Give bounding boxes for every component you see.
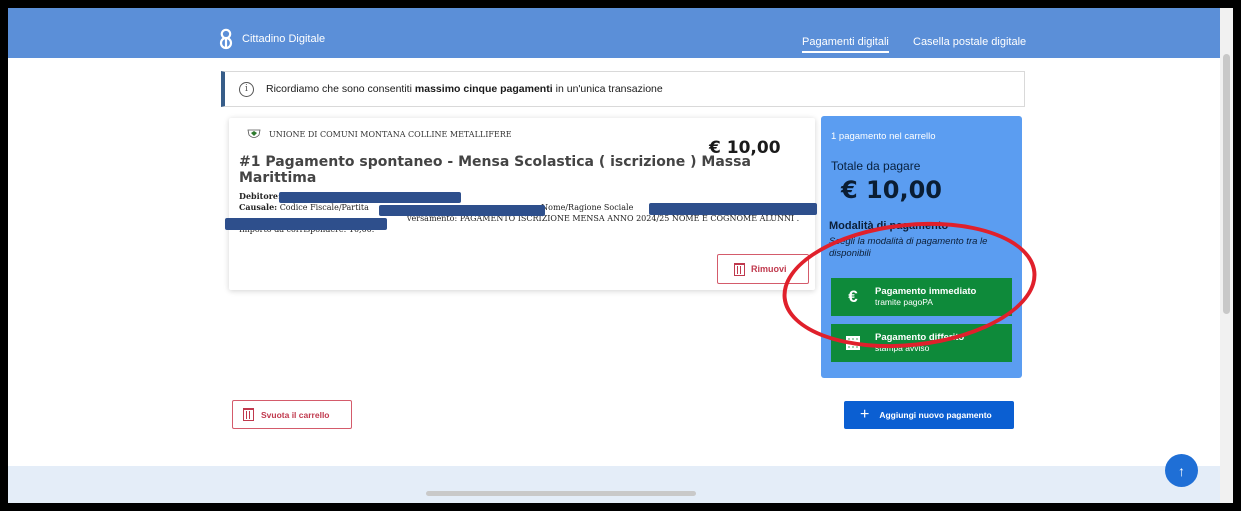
horizontal-scrollbar[interactable] xyxy=(426,491,696,496)
remove-label: Rimuovi xyxy=(751,264,787,274)
causale-part1: Codice Fiscale/Partita xyxy=(279,203,369,212)
debtor-label: Debitore: xyxy=(239,191,281,201)
payment-title: #1 Pagamento spontaneo - Mensa Scolastic… xyxy=(239,154,751,186)
nav-casella-postale[interactable]: Casella postale digitale xyxy=(913,36,1026,48)
scrollbar-thumb[interactable] xyxy=(1223,54,1230,314)
empty-cart-button[interactable]: Svuota il carrello xyxy=(232,400,352,429)
causale-label: Causale: xyxy=(239,202,278,212)
notice-text-after: in un'unica transazione xyxy=(555,83,663,95)
vertical-scrollbar[interactable] xyxy=(1220,8,1233,503)
trash-icon xyxy=(243,408,254,421)
footer-bar xyxy=(8,466,1220,503)
nav-pagamenti-digitali[interactable]: Pagamenti digitali xyxy=(802,36,889,53)
redacted-fiscal-code xyxy=(379,205,545,216)
back-to-top-button[interactable]: ↑ xyxy=(1165,454,1198,487)
causale-part2: e Nome/Ragione Sociale xyxy=(533,203,634,212)
notice-text-before: Ricordiamo che sono consentiti xyxy=(266,83,412,95)
brand-name: Cittadino Digitale xyxy=(242,33,326,45)
redacted-causale xyxy=(225,218,387,230)
total-label: Totale da pagare xyxy=(831,159,921,173)
plus-icon: + xyxy=(860,406,870,423)
redacted-debtor xyxy=(279,192,461,203)
add-payment-button[interactable]: + Aggiungi nuovo pagamento xyxy=(844,401,1014,429)
trash-icon xyxy=(734,262,745,276)
organization: UNIONE DI COMUNI MONTANA COLLINE METALLI… xyxy=(247,128,512,140)
cittadino-digitale-logo-icon xyxy=(218,28,234,50)
notice-text-bold: massimo cinque pagamenti xyxy=(414,83,553,95)
add-payment-label: Aggiungi nuovo pagamento xyxy=(879,410,992,420)
crest-icon xyxy=(247,128,261,140)
browser-viewport: Cittadino Digitale Pagamenti digitali Ca… xyxy=(8,8,1233,503)
payment-card: UNIONE DI COMUNI MONTANA COLLINE METALLI… xyxy=(225,118,817,290)
arrow-up-icon: ↑ xyxy=(1178,462,1185,479)
organization-name: UNIONE DI COMUNI MONTANA COLLINE METALLI… xyxy=(269,129,512,139)
total-amount: € 10,00 xyxy=(841,176,942,204)
brand[interactable]: Cittadino Digitale xyxy=(218,28,325,50)
cart-count: 1 pagamento nel carrello xyxy=(831,131,936,142)
top-navbar: Cittadino Digitale Pagamenti digitali Ca… xyxy=(8,8,1220,58)
redacted-name xyxy=(649,203,817,215)
info-icon: i xyxy=(239,81,254,97)
empty-cart-label: Svuota il carrello xyxy=(261,409,330,420)
info-notice: i Ricordiamo che sono consentiti massimo… xyxy=(221,71,1025,107)
